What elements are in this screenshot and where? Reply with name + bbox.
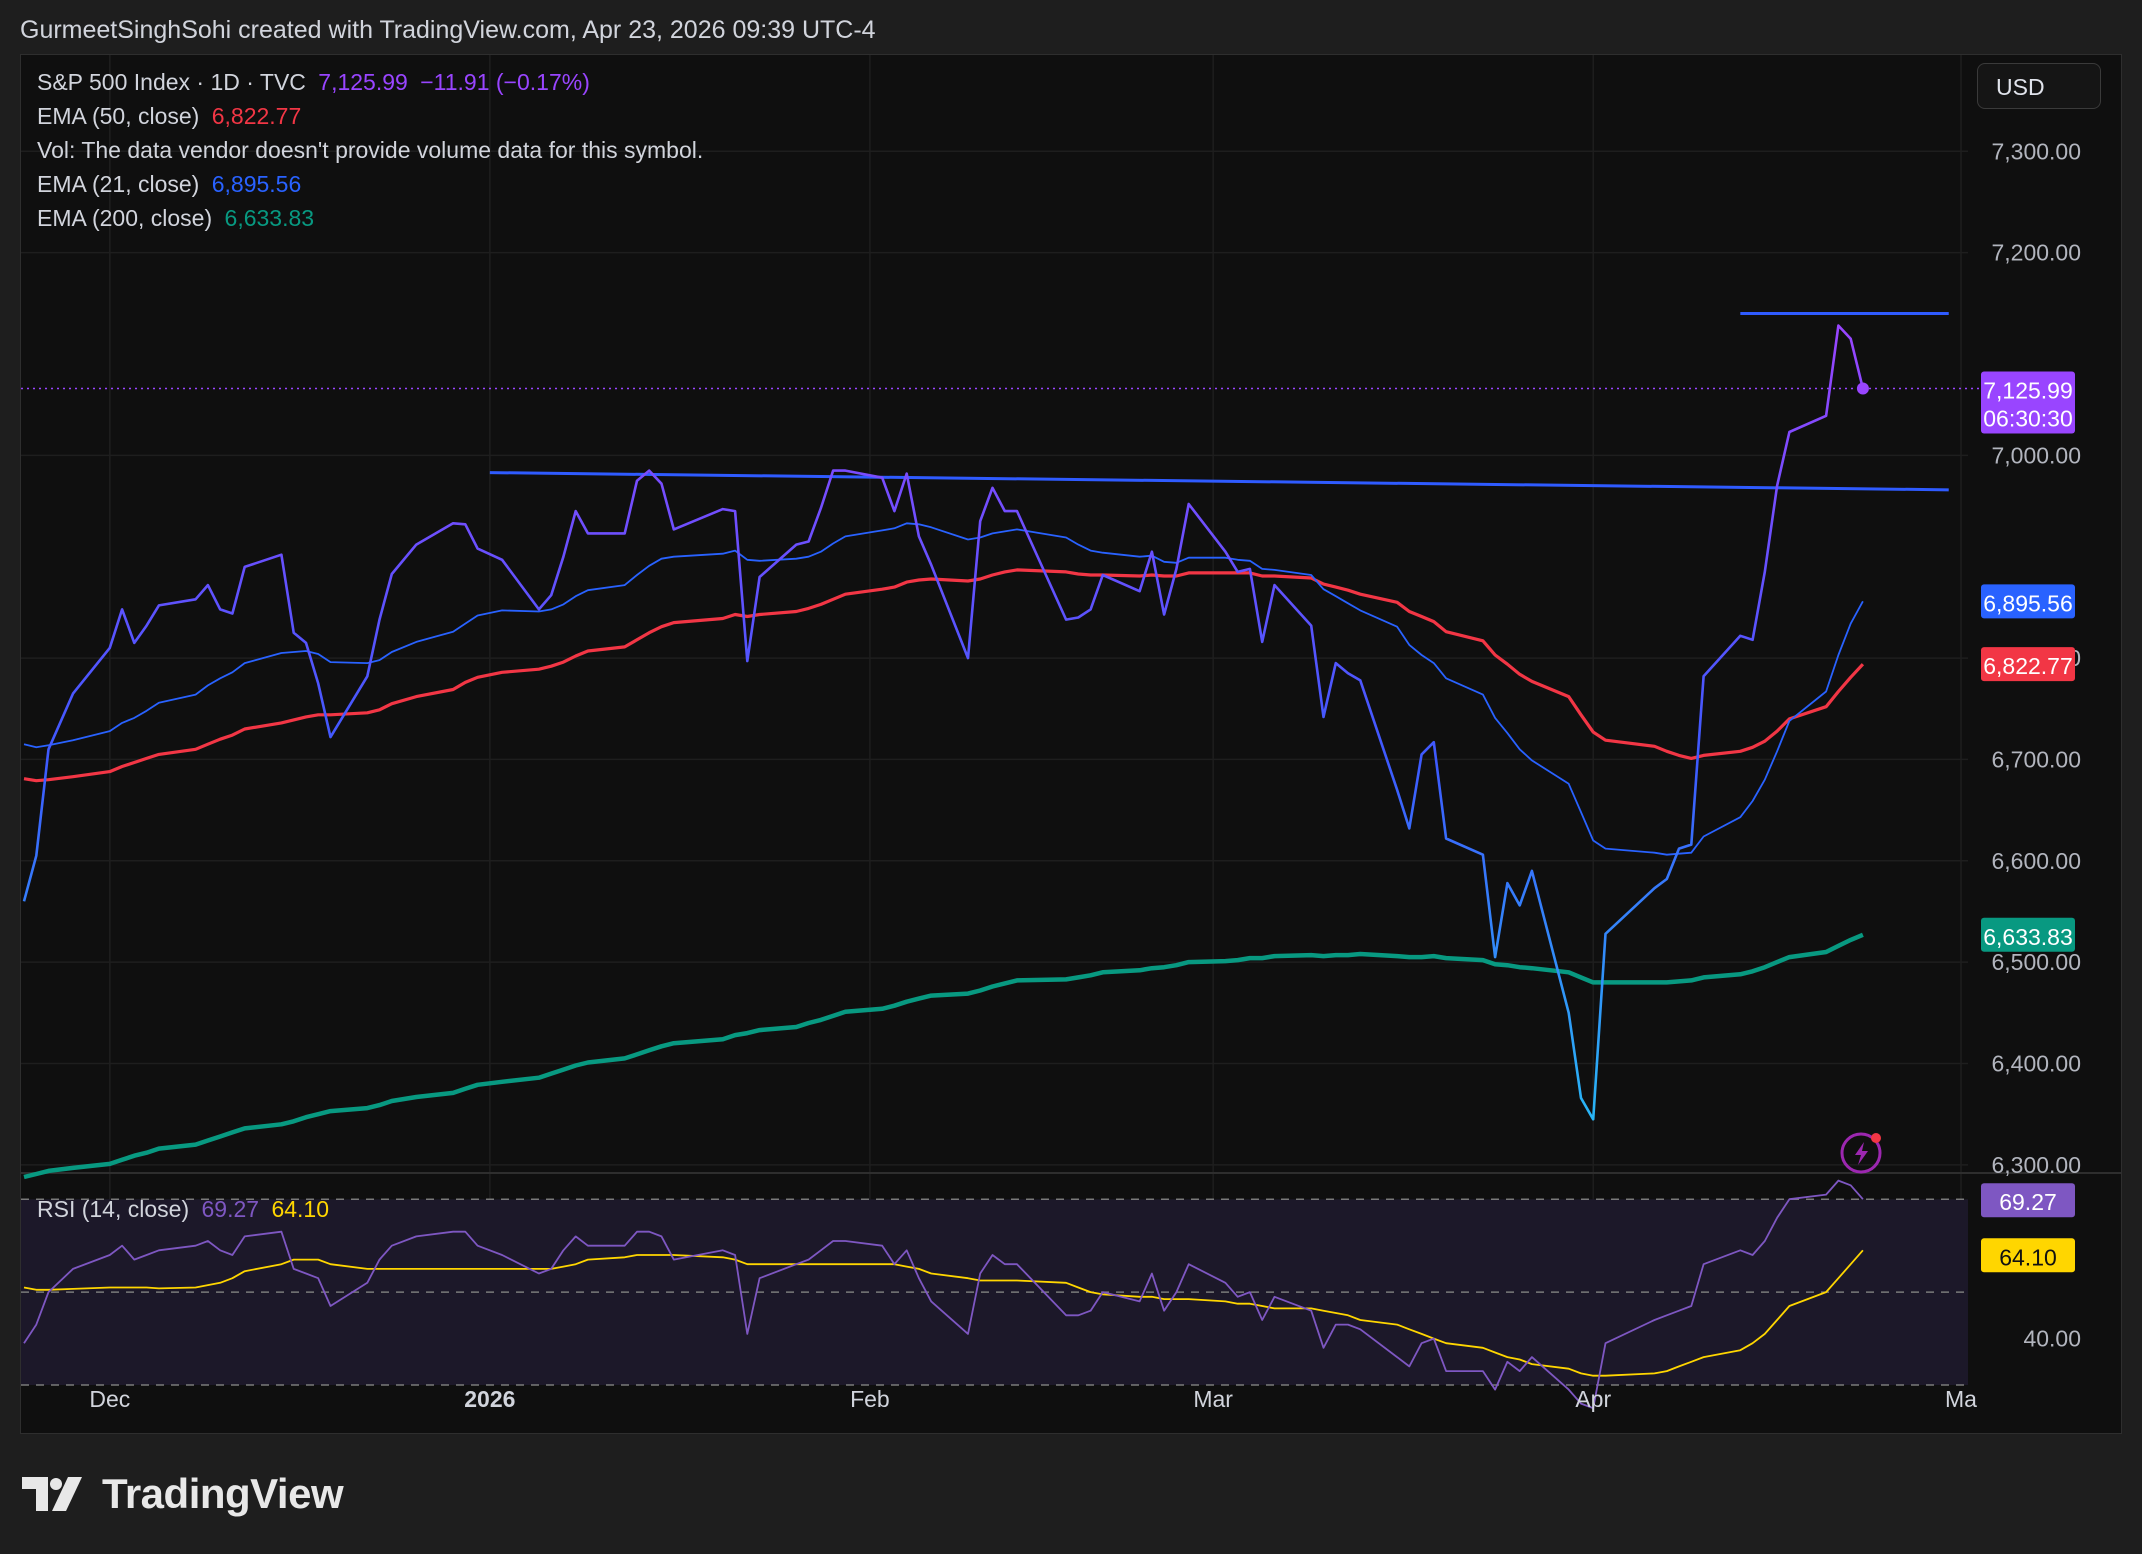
lightning-icon[interactable] <box>1840 1132 1882 1174</box>
legend-rsi-ma-value: 64.10 <box>271 1196 330 1222</box>
trendline <box>489 471 1949 492</box>
legend-symbol[interactable]: S&P 500 Index · 1D · TVC <box>37 69 306 95</box>
legend-ema21-value: 6,895.56 <box>211 171 302 197</box>
x-tick-label: Mar <box>1193 1386 1233 1412</box>
legend-rsi-value: 69.27 <box>201 1196 260 1222</box>
price-tags: 7,125.9906:30:30 6,895.56 6,822.77 6,633.83… <box>1981 371 2075 1273</box>
y-tick-label: 7,200.00 <box>1991 240 2081 266</box>
legend-rsi[interactable]: RSI (14, close) 69.27 64.10 <box>37 1196 335 1223</box>
y-tick-label: 6,300.00 <box>1991 1152 2081 1178</box>
price-tag-ema200-text: 6,633.83 <box>1983 924 2073 950</box>
price-tag-rsi-text: 69.27 <box>1999 1189 2057 1215</box>
legend-ema21[interactable]: EMA (21, close) 6,895.56 <box>37 171 307 198</box>
price-tag-rsi: 69.27 <box>1981 1183 2075 1218</box>
tradingview-wordmark: TradingView <box>102 1470 344 1517</box>
legend-price: 7,125.99 <box>318 69 408 95</box>
legend-ema50-label: EMA (50, close) <box>37 103 200 129</box>
series-line-ema-21-close- <box>23 522 1864 856</box>
legend-ema50-value: 6,822.77 <box>211 103 302 129</box>
lightning-icon-bolt <box>1855 1142 1868 1165</box>
series-line-ema-50-close- <box>23 568 1865 783</box>
chart-canvas[interactable]: Dec 2026 Feb Mar Apr Ma 6,300.00 6,400.00 6,500.… <box>21 55 2122 1434</box>
y-tick-label: 7,000.00 <box>1991 442 2081 468</box>
grid <box>21 55 2121 1385</box>
series-lines <box>22 324 1869 1180</box>
legend-ema200-label: EMA (200, close) <box>37 205 213 231</box>
price-tag-ema21: 6,895.56 <box>1981 584 2075 619</box>
price-tag-ema50: 6,822.77 <box>1981 647 2075 682</box>
x-tick-label: Dec <box>89 1386 130 1412</box>
price-tag-last-text: 06:30:30 <box>1983 405 2073 431</box>
legend-ema200-value: 6,633.83 <box>224 205 315 231</box>
trendlines <box>489 311 1949 492</box>
currency-button[interactable]: USD <box>1977 63 2101 109</box>
x-tick-label: Feb <box>850 1386 890 1412</box>
rsi-pane-background <box>21 1198 1968 1386</box>
legend-main: S&P 500 Index · 1D · TVC 7,125.99 −11.91… <box>37 69 596 96</box>
legend-ema21-label: EMA (21, close) <box>37 171 200 197</box>
price-tag-last-text: 7,125.99 <box>1983 377 2073 403</box>
x-tick-label: 2026 <box>464 1386 515 1412</box>
legend-vol-text: Vol: The data vendor doesn't provide vol… <box>37 137 704 163</box>
price-tag-ema21-text: 6,895.56 <box>1983 590 2073 616</box>
series-line-ema-200-close- <box>23 932 1864 1180</box>
legend-ema50[interactable]: EMA (50, close) 6,822.77 <box>37 103 307 130</box>
price-tag-last: 7,125.9906:30:30 <box>1981 371 2075 434</box>
price-tag-rsi-ma: 64.10 <box>1981 1238 2075 1273</box>
y-tick-label: 6,500.00 <box>1991 949 2081 975</box>
price-tag-ema50-text: 6,822.77 <box>1983 653 2073 679</box>
rsi-y-tick-label: 40.00 <box>2023 1326 2081 1352</box>
legend-change: −11.91 (−0.17%) <box>420 69 590 95</box>
price-tag-ema200: 6,633.83 <box>1981 917 2075 952</box>
legend-ema200[interactable]: EMA (200, close) 6,633.83 <box>37 205 320 232</box>
x-tick-label: Ma <box>1945 1386 1977 1412</box>
x-tick-label: Apr <box>1575 1386 1611 1412</box>
tradingview-logo[interactable]: TradingView <box>22 1470 344 1518</box>
legend-rsi-label: RSI (14, close) <box>37 1196 190 1222</box>
chart-attribution: GurmeetSinghSohi created with TradingVie… <box>20 16 876 44</box>
y-tick-label: 6,400.00 <box>1991 1051 2081 1077</box>
legend-volume-note: Vol: The data vendor doesn't provide vol… <box>37 137 709 164</box>
y-tick-label: 7,300.00 <box>1991 138 2081 164</box>
lightning-icon-badge <box>1871 1133 1881 1143</box>
chart-frame[interactable]: Dec 2026 Feb Mar Apr Ma 6,300.00 6,400.00 6,500.… <box>20 54 2122 1434</box>
y-tick-label: 6,600.00 <box>1991 848 2081 874</box>
price-tag-rsi-ma-text: 64.10 <box>1999 1244 2057 1270</box>
y-tick-label: 6,700.00 <box>1991 746 2081 772</box>
tradingview-logo-icon <box>22 1477 82 1511</box>
